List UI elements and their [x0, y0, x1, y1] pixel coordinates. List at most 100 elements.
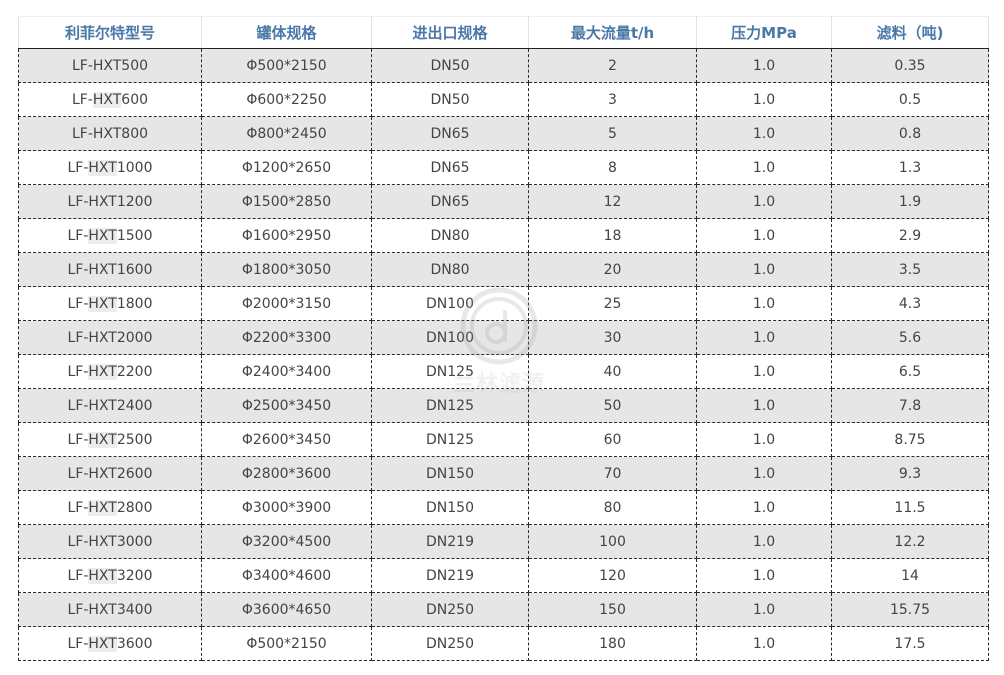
- model-prefix: LF-: [67, 567, 89, 584]
- model-rest: 2800: [116, 499, 153, 516]
- model-highlight: HXT: [88, 635, 117, 652]
- cell-model: LF-HXT2400: [18, 388, 202, 423]
- model-highlight: HXT: [88, 567, 117, 584]
- cell-filter-media: 14: [831, 558, 989, 593]
- cell-pressure: 1.0: [696, 48, 832, 83]
- cell-max-flow: 25: [528, 286, 697, 321]
- cell-tank-size: Φ3600*4650: [201, 592, 372, 627]
- cell-filter-media: 8.75: [831, 422, 989, 457]
- cell-tank-size: Φ2600*3450: [201, 422, 372, 457]
- model-prefix: LF-: [67, 227, 89, 244]
- model-prefix: LF-: [71, 125, 93, 142]
- table-row: LF-HXT1500 Φ1600*2950 DN80 18 1.0 2.9: [18, 218, 989, 253]
- table-header-row: 利菲尔特型号 罐体规格 进出口规格 最大流量t/h 压力MPa 滤料（吨): [18, 16, 989, 49]
- model-rest: HXT2600: [88, 465, 153, 482]
- spec-table-container: 利菲尔特型号 罐体规格 进出口规格 最大流量t/h 压力MPa 滤料（吨) LF…: [18, 16, 989, 661]
- model-prefix: LF-: [67, 431, 89, 448]
- cell-pressure: 1.0: [696, 116, 832, 151]
- cell-model: LF-HXT2500: [18, 422, 202, 457]
- model-prefix: LF-: [67, 499, 89, 516]
- cell-pressure: 1.0: [696, 354, 832, 389]
- cell-filter-media: 1.3: [831, 150, 989, 185]
- table-row: LF-HXT2800 Φ3000*3900 DN150 80 1.0 11.5: [18, 490, 989, 525]
- cell-filter-media: 9.3: [831, 456, 989, 491]
- cell-pressure: 1.0: [696, 422, 832, 457]
- cell-port-size: DN80: [371, 218, 529, 253]
- cell-model: LF-HXT1600: [18, 252, 202, 287]
- model-highlight: HXT: [88, 227, 117, 244]
- cell-model: LF-HXT1800: [18, 286, 202, 321]
- cell-port-size: DN125: [371, 354, 529, 389]
- cell-tank-size: Φ3000*3900: [201, 490, 372, 525]
- model-prefix: LF-: [67, 193, 89, 210]
- cell-filter-media: 12.2: [831, 524, 989, 559]
- cell-pressure: 1.0: [696, 558, 832, 593]
- cell-filter-media: 0.8: [831, 116, 989, 151]
- cell-port-size: DN125: [371, 422, 529, 457]
- cell-tank-size: Φ2000*3150: [201, 286, 372, 321]
- cell-port-size: DN150: [371, 490, 529, 525]
- model-prefix: LF-: [67, 465, 89, 482]
- model-highlight: HXT: [88, 499, 117, 516]
- table-row: LF-HXT3200 Φ3400*4600 DN219 120 1.0 14: [18, 558, 989, 593]
- cell-max-flow: 3: [528, 82, 697, 117]
- model-rest: 1000: [116, 159, 153, 176]
- cell-pressure: 1.0: [696, 150, 832, 185]
- cell-model: LF-HXT3400: [18, 592, 202, 627]
- model-prefix: LF-: [67, 533, 89, 550]
- cell-pressure: 1.0: [696, 592, 832, 627]
- cell-port-size: DN80: [371, 252, 529, 287]
- header-tank-size: 罐体规格: [201, 16, 372, 49]
- cell-tank-size: Φ1800*3050: [201, 252, 372, 287]
- header-max-flow: 最大流量t/h: [528, 16, 697, 49]
- cell-pressure: 1.0: [696, 524, 832, 559]
- table-row: LF-HXT3000 Φ3200*4500 DN219 100 1.0 12.2: [18, 524, 989, 559]
- cell-model: LF-HXT2000: [18, 320, 202, 355]
- cell-port-size: DN65: [371, 116, 529, 151]
- cell-tank-size: Φ2200*3300: [201, 320, 372, 355]
- model-prefix: LF-: [67, 363, 89, 380]
- cell-max-flow: 5: [528, 116, 697, 151]
- table-row: LF-HXT1000 Φ1200*2650 DN65 8 1.0 1.3: [18, 150, 989, 185]
- cell-filter-media: 3.5: [831, 252, 989, 287]
- cell-tank-size: Φ1200*2650: [201, 150, 372, 185]
- cell-model: LF-HXT1500: [18, 218, 202, 253]
- model-prefix: LF-: [67, 159, 89, 176]
- model-rest: 1500: [116, 227, 153, 244]
- model-rest: 3200: [116, 567, 153, 584]
- cell-tank-size: Φ800*2450: [201, 116, 372, 151]
- table-row: LF-HXT800 Φ800*2450 DN65 5 1.0 0.8: [18, 116, 989, 151]
- cell-max-flow: 180: [528, 626, 697, 661]
- cell-port-size: DN219: [371, 558, 529, 593]
- cell-pressure: 1.0: [696, 82, 832, 117]
- model-highlight: HXT: [88, 159, 117, 176]
- table-row: LF-HXT3400 Φ3600*4650 DN250 150 1.0 15.75: [18, 592, 989, 627]
- model-prefix: LF-: [67, 635, 89, 652]
- cell-filter-media: 5.6: [831, 320, 989, 355]
- cell-max-flow: 8: [528, 150, 697, 185]
- cell-filter-media: 4.3: [831, 286, 989, 321]
- model-rest: HXT1600: [88, 261, 153, 278]
- model-highlight: HXT: [88, 363, 117, 380]
- cell-tank-size: Φ3200*4500: [201, 524, 372, 559]
- cell-tank-size: Φ600*2250: [201, 82, 372, 117]
- model-prefix: LF-: [67, 329, 89, 346]
- cell-model: LF-HXT2600: [18, 456, 202, 491]
- cell-max-flow: 50: [528, 388, 697, 423]
- cell-tank-size: Φ2500*3450: [201, 388, 372, 423]
- model-rest: 600: [121, 91, 149, 108]
- cell-pressure: 1.0: [696, 286, 832, 321]
- cell-tank-size: Φ1500*2850: [201, 184, 372, 219]
- cell-filter-media: 1.9: [831, 184, 989, 219]
- model-prefix: LF-: [67, 397, 89, 414]
- cell-pressure: 1.0: [696, 626, 832, 661]
- cell-port-size: DN250: [371, 626, 529, 661]
- header-model: 利菲尔特型号: [18, 16, 202, 49]
- cell-port-size: DN100: [371, 320, 529, 355]
- cell-tank-size: Φ500*2150: [201, 626, 372, 661]
- cell-max-flow: 40: [528, 354, 697, 389]
- model-rest: HXT800: [92, 125, 149, 142]
- table-body: LF-HXT500 Φ500*2150 DN50 2 1.0 0.35 LF-HXT600 Φ…: [18, 48, 989, 661]
- header-pressure: 压力MPa: [696, 16, 832, 49]
- model-rest: HXT1200: [88, 193, 153, 210]
